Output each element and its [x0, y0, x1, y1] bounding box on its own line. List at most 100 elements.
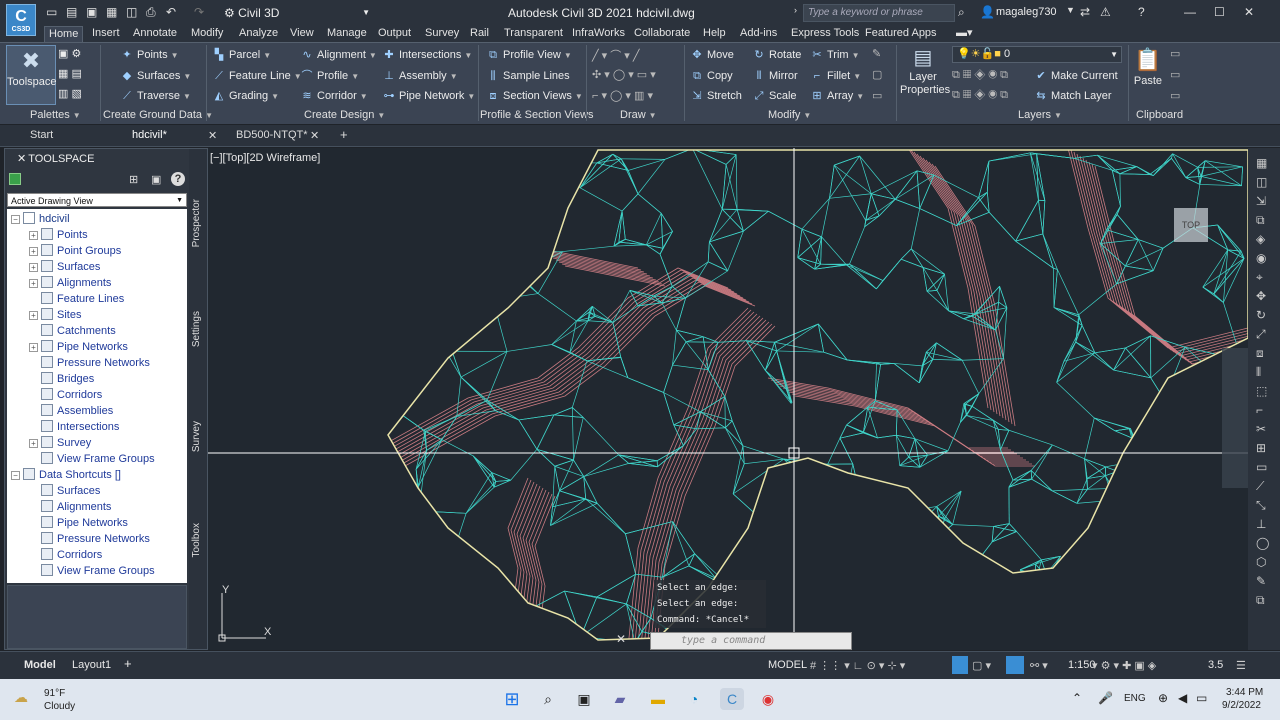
annotation-scale-icon[interactable]: ⚯ ▾ — [1030, 659, 1048, 672]
search-icon[interactable]: ⌕ — [536, 688, 560, 710]
rotate-button[interactable]: ↻ Rotate — [752, 48, 801, 62]
tree-item-ds-surfaces[interactable]: Surfaces — [41, 483, 100, 499]
drawing-viewport[interactable]: [−][Top][2D Wireframe] TOP Y X Select an… — [208, 148, 1248, 650]
fillet-button[interactable]: ⌐ Fillet ▼ — [810, 69, 861, 83]
tab-insert[interactable]: Insert — [88, 26, 124, 42]
surfaces-button[interactable]: ◆ Surfaces ▼ — [120, 69, 192, 83]
section-views-button[interactable]: ⧈ Section Views ▼ — [486, 89, 583, 103]
layout1-tab[interactable]: Layout1 — [72, 659, 111, 671]
tab-analyze[interactable]: Analyze — [235, 26, 282, 42]
command-input[interactable]: type a command — [650, 632, 852, 650]
tab-survey[interactable]: Survey — [421, 26, 463, 42]
tab-transparent[interactable]: Transparent — [500, 26, 567, 42]
volume-icon[interactable]: ◀ — [1178, 691, 1187, 705]
panel-title-profile[interactable]: Profile & Section Views — [480, 109, 594, 121]
model-space-button[interactable]: MODEL — [768, 659, 807, 671]
grid-icon[interactable]: # ⋮⋮ ▾ ∟ ⊙ ▾ ⊹ ▾ — [810, 659, 905, 672]
close-icon[interactable]: ✕ — [1244, 5, 1254, 19]
weather-icon[interactable]: ☁ — [14, 689, 28, 706]
match-layer-button[interactable]: ⇆ Match Layer — [1034, 89, 1111, 103]
tab-annotate[interactable]: Annotate — [129, 26, 181, 42]
close-icon[interactable]: ✕ — [310, 129, 319, 142]
chevron-right-icon[interactable]: › — [794, 5, 797, 15]
battery-icon[interactable]: ▭ — [1196, 691, 1207, 705]
network-icon[interactable]: ⊕ — [1158, 691, 1168, 705]
side-tab-settings[interactable]: Settings — [191, 311, 202, 347]
workspace-select[interactable]: ⚙ Civil 3D ▼ — [224, 4, 374, 22]
side-tab-prospector[interactable]: Prospector — [191, 199, 202, 247]
paste-button[interactable]: 📋 Paste — [1132, 45, 1164, 87]
redo-icon[interactable]: ↷ — [194, 5, 204, 19]
panel-title-ground[interactable]: Create Ground Data ▼ — [103, 109, 213, 121]
save-icon[interactable]: ▣ — [86, 5, 97, 19]
tab-collaborate[interactable]: Collaborate — [630, 26, 694, 42]
tree-item-points[interactable]: + Points — [29, 227, 88, 243]
corridor-button[interactable]: ≋ Corridor ▼ — [300, 89, 367, 103]
language-indicator[interactable]: ENG — [1124, 693, 1146, 704]
profile-view-button[interactable]: ⧉ Profile View ▼ — [486, 48, 572, 62]
folder-icon[interactable]: ▬ — [646, 688, 670, 710]
a360-icon[interactable]: ⚠ — [1100, 5, 1111, 19]
panel-title-design[interactable]: Create Design ▼ — [304, 109, 385, 121]
user-icon[interactable]: 👤 — [980, 5, 995, 19]
line-icon[interactable]: ╱ ▾ ⌒ ▾ ╱ — [592, 47, 640, 63]
doc-tab-bd500[interactable]: BD500-NTQT* — [236, 129, 308, 141]
sample-lines-button[interactable]: ⫼ Sample Lines — [486, 69, 569, 83]
stretch-button[interactable]: ⇲ Stretch — [690, 89, 741, 103]
add-layout-icon[interactable]: + — [124, 656, 132, 671]
tree-item-catchments[interactable]: Catchments — [41, 323, 116, 339]
make-current-button[interactable]: ✔ Make Current — [1034, 69, 1117, 83]
tab-home[interactable]: Home — [44, 26, 84, 42]
toolspace-button[interactable]: ✖ Toolspace — [6, 45, 57, 105]
tab-manage[interactable]: Manage — [323, 26, 371, 42]
tree-item-corridors[interactable]: Corridors — [41, 387, 102, 403]
move-button[interactable]: ✥ Move — [690, 48, 734, 62]
tab-view[interactable]: View — [286, 26, 318, 42]
tree-item-intersections[interactable]: Intersections — [41, 419, 119, 435]
help-icon[interactable]: ? — [171, 172, 185, 186]
tree-item-feature-lines[interactable]: Feature Lines — [41, 291, 124, 307]
tree-item-sites[interactable]: + Sites — [29, 307, 81, 323]
tree-item-hdcivil[interactable]: − hdcivil — [11, 211, 70, 227]
layer-properties-button[interactable]: ▤ Layer Properties — [900, 45, 950, 97]
offset-icon[interactable]: ▭ — [872, 89, 882, 102]
viewport-controls[interactable]: [−][Top][2D Wireframe] — [210, 152, 320, 164]
tree-item-ds-pipe-networks[interactable]: Pipe Networks — [41, 515, 128, 531]
layer-tools-icon[interactable]: ⧉ ▦ ◈ ◉ ⧉ — [952, 69, 1008, 82]
tab-featured-apps[interactable]: Featured Apps — [861, 26, 941, 42]
copy-base-icon[interactable]: ▭ — [1170, 89, 1180, 102]
scale-button[interactable]: ⤢ Scale — [752, 89, 797, 103]
doc-tab-start[interactable]: Start — [30, 129, 53, 141]
panel-title-draw[interactable]: Draw ▼ — [620, 109, 657, 121]
weather-temp[interactable]: 91°F — [44, 688, 65, 699]
new-icon[interactable]: ▭ — [46, 5, 57, 19]
open-icon[interactable]: ▤ — [66, 5, 77, 19]
grading-button[interactable]: ◭ Grading ▼ — [212, 89, 279, 103]
tab-addins[interactable]: Add-ins — [736, 26, 781, 42]
copy-clip-icon[interactable]: ▭ — [1170, 68, 1180, 81]
view-dropdown[interactable]: Active Drawing View ▼ — [7, 193, 187, 207]
tree-item-pressure-networks[interactable]: Pressure Networks — [41, 355, 150, 371]
array-button[interactable]: ⊞ Array ▼ — [810, 89, 864, 103]
panel-title-layers[interactable]: Layers ▼ — [1018, 109, 1062, 121]
tree-item-point-groups[interactable]: + Point Groups — [29, 243, 121, 259]
undo-icon[interactable]: ↶ — [166, 5, 176, 19]
zoom-value[interactable]: 3.5 — [1208, 659, 1223, 671]
web-icon[interactable]: ◫ — [126, 5, 137, 19]
profile-button[interactable]: ⌒ Profile ▼ — [300, 69, 360, 83]
assembly-button[interactable]: ⊥ Assembly ▼ — [382, 69, 457, 83]
layer-dropdown[interactable]: 💡☀🔓■ 0 ▼ — [952, 46, 1122, 63]
new-tab-icon[interactable]: + — [340, 127, 348, 142]
restore-icon[interactable]: ☐ — [1214, 5, 1225, 19]
tree-item-ds-alignments[interactable]: Alignments — [41, 499, 111, 515]
mirror-button[interactable]: ⫴ Mirror — [752, 69, 798, 83]
polyline-icon[interactable]: ⌐ ▾ ◯ ▾ ▥ ▾ — [592, 89, 653, 102]
panel-title-modify[interactable]: Modify ▼ — [768, 109, 811, 121]
explode-icon[interactable]: ▢ — [872, 68, 882, 81]
tab-rail[interactable]: Rail — [466, 26, 493, 42]
doc-tab-hdcivil[interactable]: hdcivil* — [132, 129, 167, 141]
toolspace-green-icon[interactable] — [9, 173, 21, 185]
tree-item-bridges[interactable]: Bridges — [41, 371, 94, 387]
save-as-icon[interactable]: ▦ — [106, 5, 117, 19]
tree-item-data-shortcuts[interactable]: − Data Shortcuts [] — [11, 467, 121, 483]
